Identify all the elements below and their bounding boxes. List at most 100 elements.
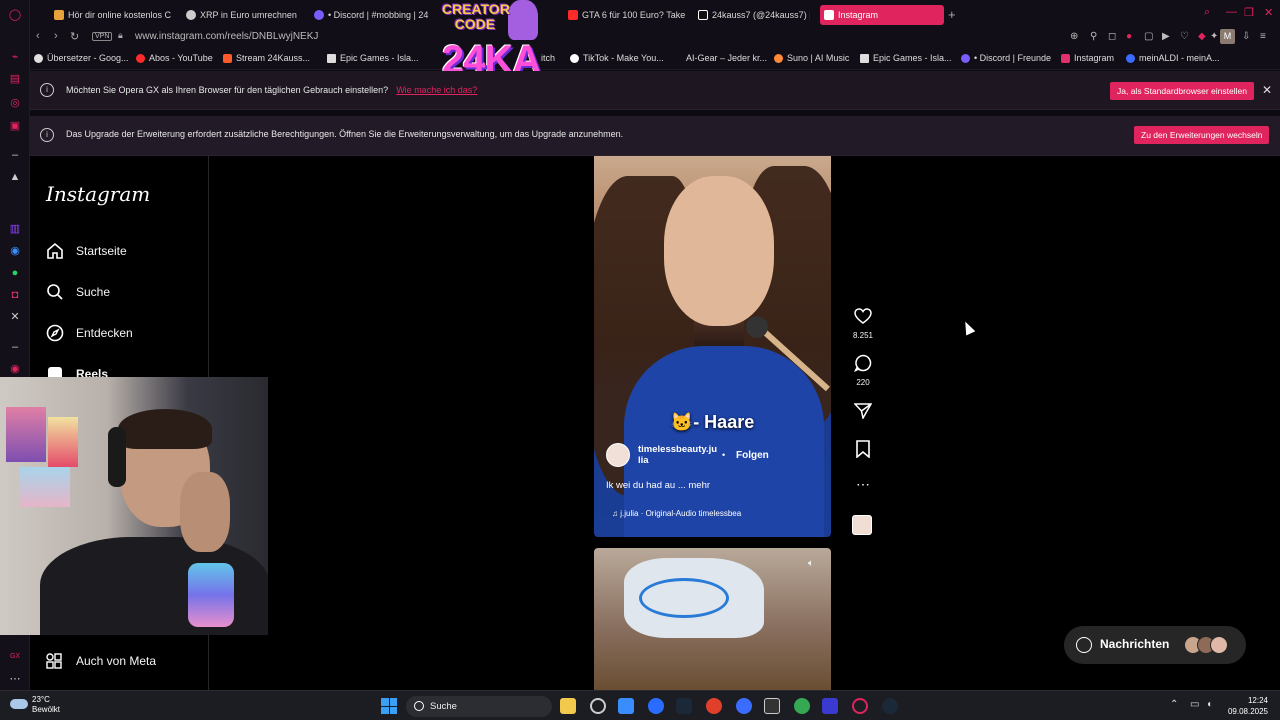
- bookmark-item[interactable]: Suno | AI Music: [774, 53, 849, 63]
- bookmark-item[interactable]: Epic Games - Isla...: [327, 53, 419, 63]
- cleaner-icon[interactable]: ▣: [8, 119, 22, 133]
- nav-startseite[interactable]: Startseite: [46, 238, 127, 264]
- lock-icon[interactable]: 🔒︎: [118, 30, 123, 41]
- nav-meta[interactable]: Auch von Meta: [46, 648, 156, 674]
- forward-icon[interactable]: ›: [54, 30, 58, 42]
- nav-entdecken[interactable]: Entdecken: [46, 320, 133, 346]
- bookmark-item[interactable]: Übersetzer - Goog...: [34, 53, 129, 63]
- heart-icon[interactable]: ♡: [1180, 31, 1189, 42]
- volume-icon[interactable]: 🔈︎: [808, 558, 814, 569]
- app-icon[interactable]: [648, 698, 664, 714]
- aria-icon[interactable]: ▲: [8, 170, 22, 184]
- bookmark-item[interactable]: Stream 24Kauss...: [223, 53, 310, 63]
- steam2-icon[interactable]: [882, 698, 898, 714]
- screenshot-icon[interactable]: ◻: [1108, 31, 1116, 42]
- restore-icon[interactable]: ❐: [1244, 6, 1254, 19]
- bookmark-item[interactable]: AI-Gear – Jeder kr...: [673, 53, 767, 63]
- more-icon[interactable]: ⋯: [8, 672, 22, 686]
- reel-caption: 🐱- Haare: [594, 412, 831, 433]
- messenger-icon[interactable]: ◉: [8, 244, 22, 258]
- music-icon[interactable]: ◉: [8, 362, 22, 376]
- play-icon[interactable]: ▶: [1162, 31, 1170, 42]
- twitch-icon[interactable]: ▥: [8, 222, 22, 236]
- url-field[interactable]: www.instagram.com/reels/DNBLwyjNEKJ: [135, 31, 318, 42]
- menu-icon[interactable]: ≡: [1260, 31, 1266, 42]
- profile-avatar[interactable]: M: [1220, 29, 1235, 44]
- how-to-link[interactable]: Wie mache ich das?: [396, 85, 477, 95]
- reel-video-next[interactable]: 🔈︎: [594, 548, 831, 690]
- download-icon[interactable]: ⇩: [1242, 31, 1250, 42]
- audio-thumbnail[interactable]: [852, 515, 872, 535]
- taskbar-search[interactable]: Suche: [406, 696, 552, 717]
- back-icon[interactable]: ‹: [36, 30, 40, 42]
- battlenet-icon[interactable]: [736, 698, 752, 714]
- extensions-button[interactable]: Zu den Erweiterungen wechseln: [1134, 126, 1270, 144]
- twitch-sidebar-icon[interactable]: ▤: [8, 72, 22, 86]
- gx-corner-icon[interactable]: ⌁: [8, 50, 22, 64]
- x-icon[interactable]: ✕: [8, 310, 22, 324]
- vpn-badge[interactable]: VPN: [92, 32, 113, 41]
- whatsapp-icon[interactable]: ●: [8, 266, 22, 280]
- bookmark-item[interactable]: Abos - YouTube: [136, 53, 213, 63]
- zoom-icon[interactable]: ⊕: [1070, 31, 1078, 42]
- game-launcher-icon[interactable]: [706, 698, 722, 714]
- close-window-icon[interactable]: ✕: [1264, 6, 1273, 19]
- file-explorer-icon[interactable]: [560, 698, 576, 714]
- chrome-icon[interactable]: [794, 698, 810, 714]
- clock[interactable]: 12:24 09.08.2025: [1224, 695, 1268, 717]
- follow-button[interactable]: Folgen: [736, 450, 769, 461]
- save-button[interactable]: [848, 440, 878, 463]
- set-default-button[interactable]: Ja, als Standardbrowser einstellen: [1110, 82, 1254, 100]
- store-icon[interactable]: [618, 698, 634, 714]
- reel-audio[interactable]: ♫ j.julia · Original-Audio timelessbea: [612, 509, 741, 518]
- bookmark-icon[interactable]: ▢: [1144, 31, 1153, 42]
- notice-text: Möchten Sie Opera GX als Ihren Browser f…: [66, 85, 477, 95]
- bookmark-item[interactable]: Epic Games - Isla...: [860, 53, 952, 63]
- player-icon[interactable]: ◎: [8, 96, 22, 110]
- opera-gx-taskbar-icon[interactable]: [852, 698, 868, 714]
- messages-button[interactable]: Nachrichten: [1064, 626, 1246, 664]
- v-app-icon[interactable]: [822, 698, 838, 714]
- bookmark-item[interactable]: TikTok - Make You...: [570, 53, 664, 63]
- reel-user-avatar[interactable]: [606, 443, 630, 467]
- speaker-icon[interactable]: ◖: [1206, 699, 1212, 710]
- bookmark-item[interactable]: Instagram: [1061, 53, 1114, 63]
- reload-icon[interactable]: ↻: [70, 30, 79, 43]
- extension-icon[interactable]: ●: [1126, 31, 1132, 42]
- reel-description[interactable]: Ik wei du had au ... mehr: [606, 480, 710, 491]
- tab-1[interactable]: XRP in Euro umrechnen: [182, 5, 302, 25]
- new-tab-icon[interactable]: +: [948, 7, 956, 22]
- display-icon[interactable]: ▭: [1190, 699, 1199, 710]
- weather-widget[interactable]: 23°C Bewölkt: [10, 695, 60, 715]
- webcam-image-part: [188, 563, 234, 627]
- tab-2[interactable]: • Discord | #mobbing | 24: [310, 5, 428, 25]
- minimize-icon[interactable]: —: [1226, 6, 1237, 18]
- tab-4[interactable]: 24kauss7 (@24kauss7) |: [694, 5, 810, 25]
- instagram-sidebar-icon[interactable]: ◘: [8, 288, 22, 302]
- windows-start-icon[interactable]: [381, 698, 397, 714]
- epic-games-icon[interactable]: [764, 698, 780, 714]
- reel-video[interactable]: 🐱- Haare timelessbeauty.julia • Folgen I…: [594, 156, 831, 537]
- tab-0[interactable]: Hör dir online kostenlos C: [50, 5, 172, 25]
- comment-button[interactable]: 220: [848, 354, 878, 387]
- tab-3[interactable]: GTA 6 für 100 Euro? Take: [564, 5, 688, 25]
- instagram-logo[interactable]: Instagram: [46, 182, 150, 206]
- like-button[interactable]: 8.251: [848, 308, 878, 340]
- more-options-icon[interactable]: ⋯: [848, 476, 878, 493]
- nav-suche[interactable]: Suche: [46, 279, 110, 305]
- search-tabs-icon[interactable]: ⌕: [1204, 6, 1210, 19]
- gx-icon[interactable]: GX: [8, 650, 22, 664]
- steam-icon[interactable]: [676, 698, 692, 714]
- shield-icon[interactable]: ◆: [1198, 31, 1206, 42]
- close-notice-icon[interactable]: ✕: [1262, 83, 1272, 97]
- share-button[interactable]: [848, 402, 878, 424]
- opera-logo-icon[interactable]: ◯: [8, 8, 22, 22]
- reel-username[interactable]: timelessbeauty.julia: [638, 444, 718, 466]
- tray-chevron-icon[interactable]: ⌃: [1170, 699, 1178, 710]
- pin-icon[interactable]: ⚲: [1090, 31, 1097, 42]
- copilot-icon[interactable]: [590, 698, 606, 714]
- bookmark-item[interactable]: meinALDI - meinA...: [1126, 53, 1220, 63]
- puzzle-icon[interactable]: ✦: [1210, 31, 1218, 42]
- bookmark-item[interactable]: • Discord | Freunde: [961, 53, 1051, 63]
- tab-instagram-active[interactable]: Instagram: [820, 5, 944, 25]
